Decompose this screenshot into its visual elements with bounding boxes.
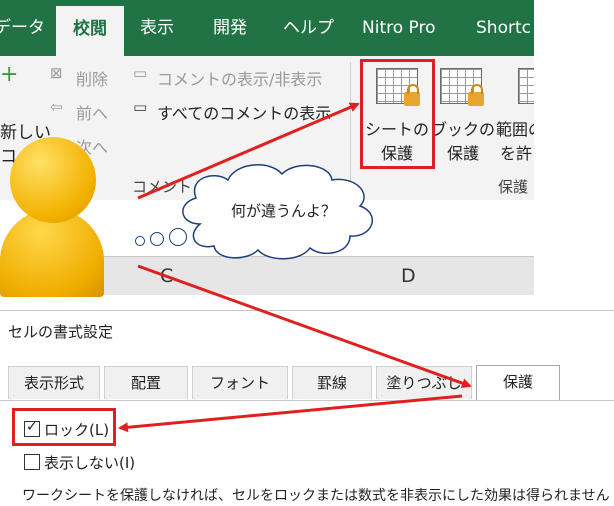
- arrow-to-protection-tab: [137, 264, 472, 388]
- annotation-overlay: [118, 102, 472, 433]
- thought-bubble-text: 何が違うんよ？: [231, 202, 337, 220]
- arrow-to-lock-checkbox: [118, 394, 463, 433]
